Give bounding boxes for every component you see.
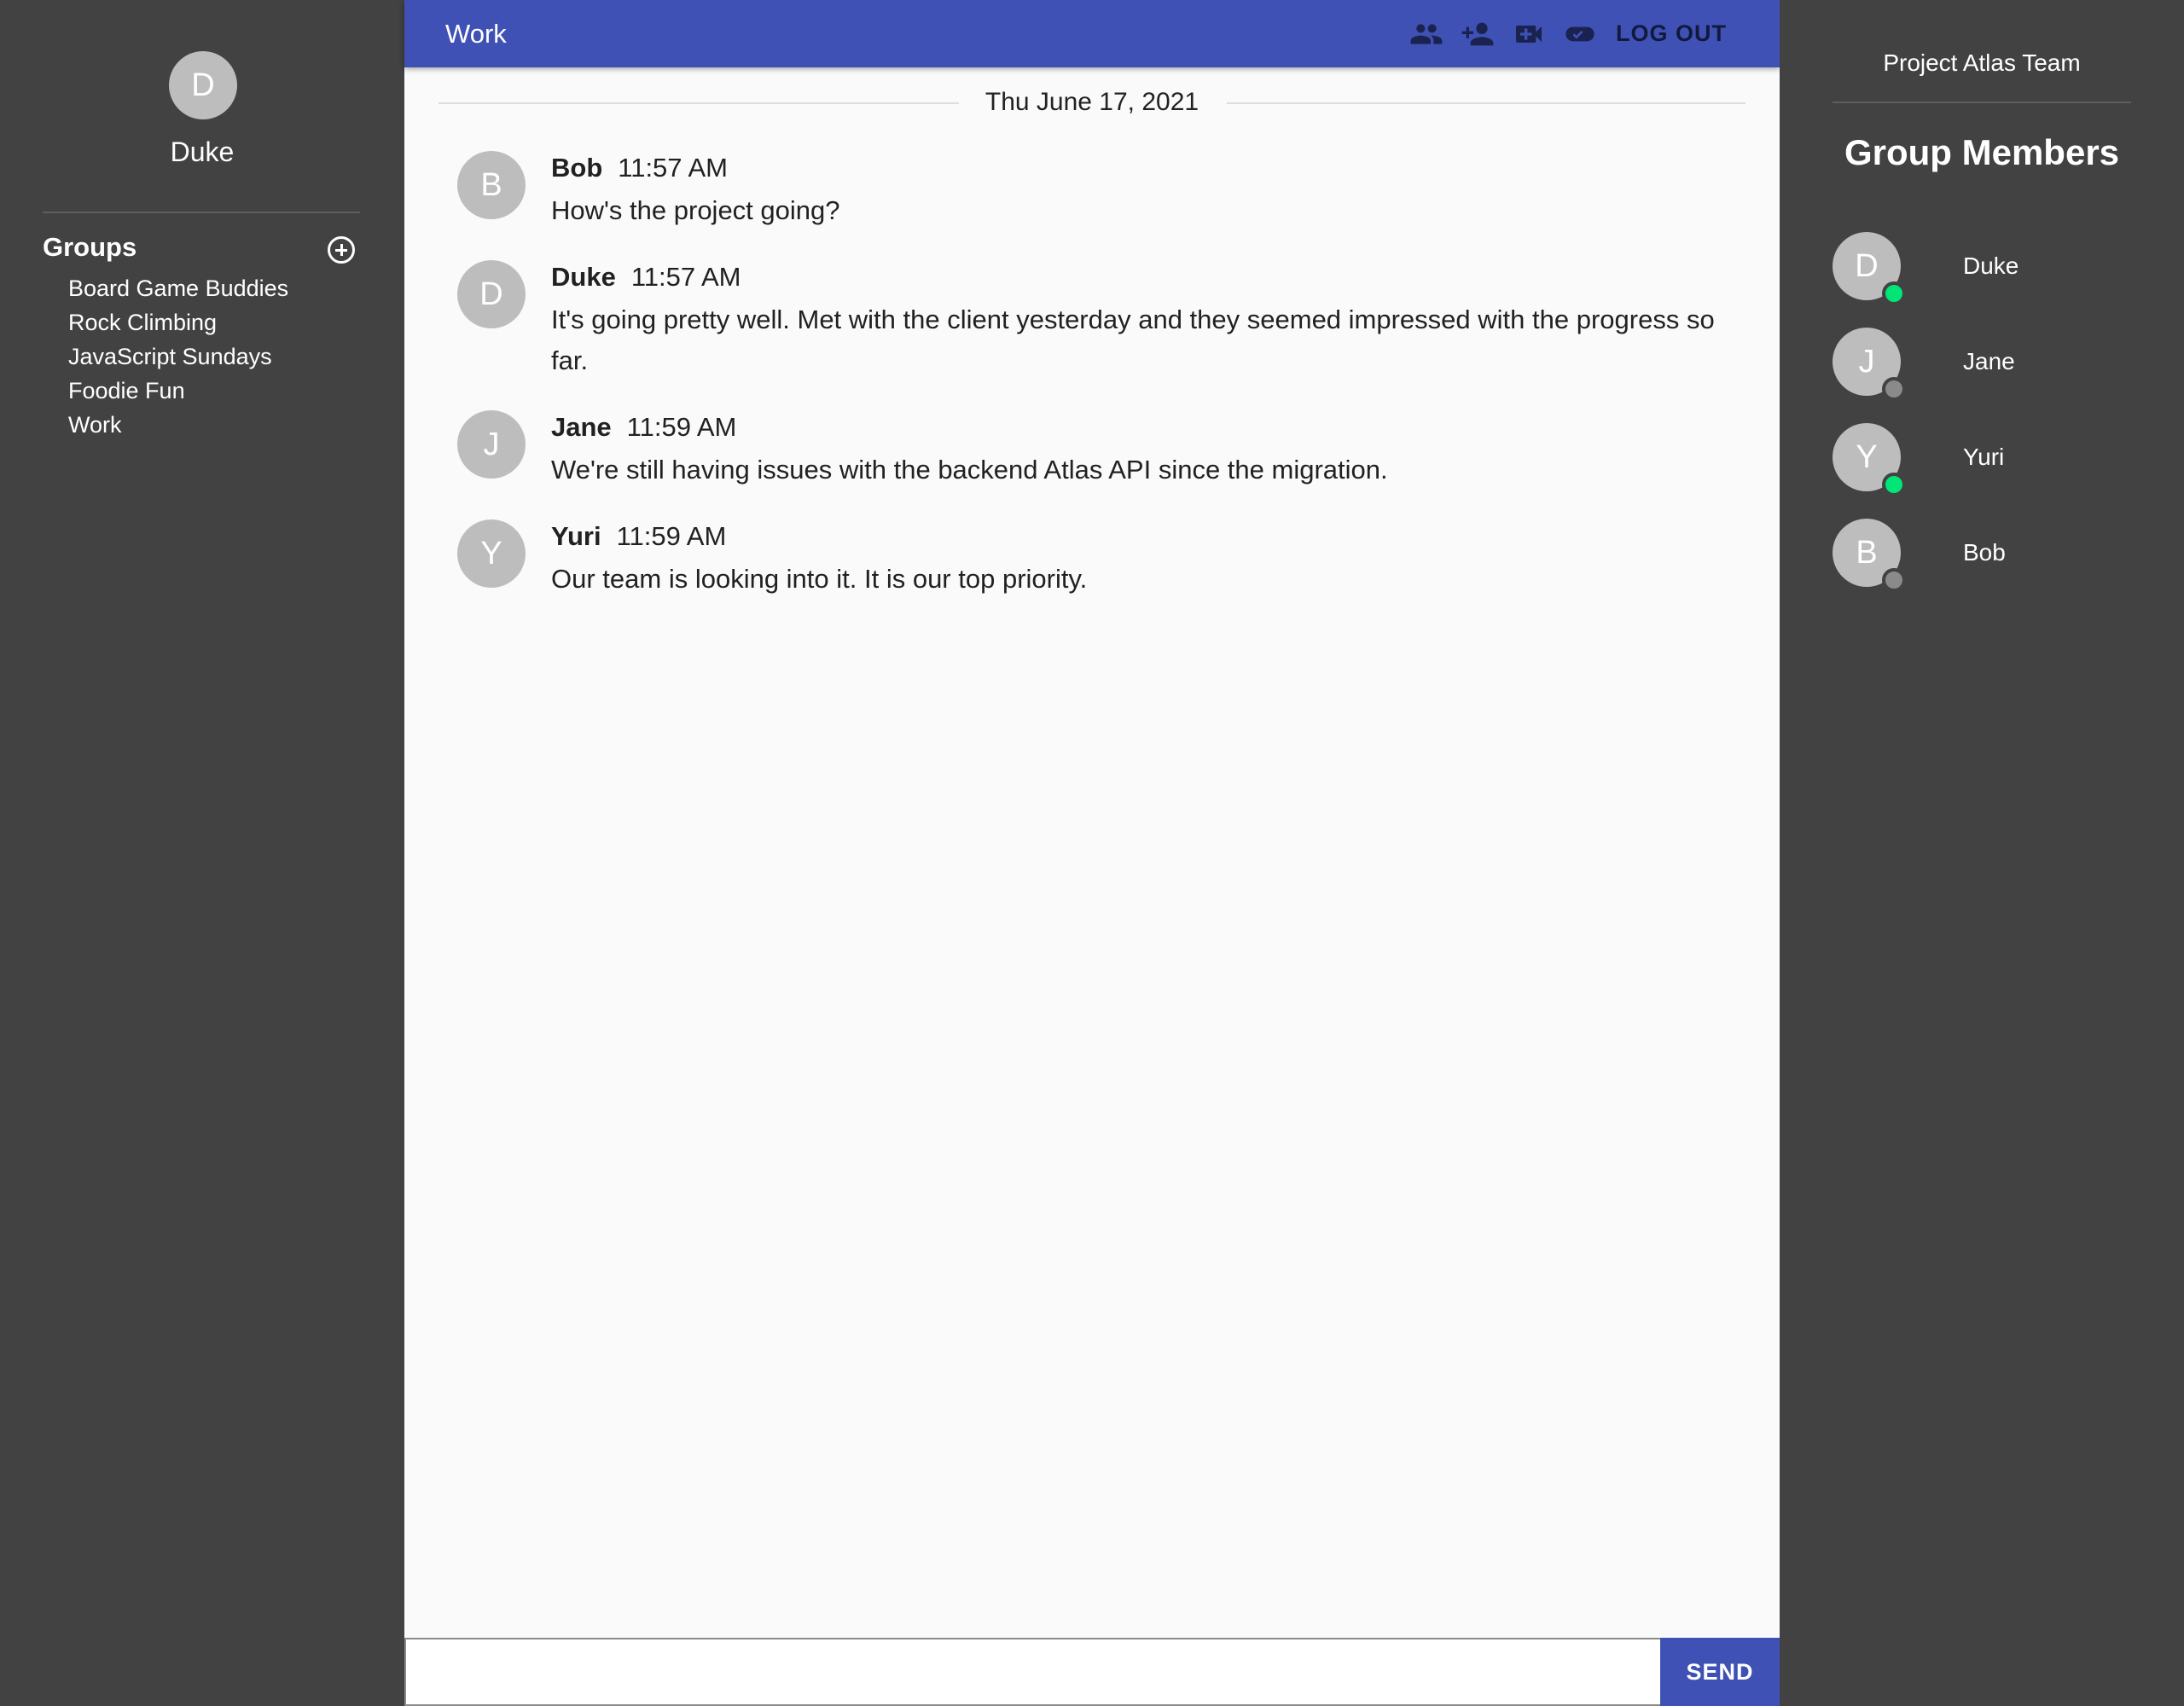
member-name: Jane	[1963, 348, 2015, 374]
add-person-icon[interactable]	[1459, 17, 1496, 51]
group-item-board-game-buddies[interactable]: Board Game Buddies	[68, 271, 288, 305]
message-time: 11:59 AM	[616, 521, 727, 551]
toggle-icon[interactable]	[1561, 17, 1599, 51]
member-item[interactable]: Y Yuri	[1833, 423, 2131, 496]
chat-header: Work LOG OUT	[404, 0, 1780, 67]
chat-app: D Duke Groups Board Game Buddies Rock Cl…	[0, 0, 2184, 1706]
logout-button[interactable]: LOG OUT	[1616, 0, 1727, 67]
message-author: Yuri	[551, 521, 601, 551]
message-input[interactable]	[404, 1638, 1660, 1706]
message-item: D Duke 11:57 AM It's going pretty well. M…	[457, 260, 1754, 380]
video-call-icon[interactable]	[1510, 17, 1548, 51]
groups-heading: Groups	[43, 232, 137, 262]
user-name: Duke	[170, 136, 235, 167]
group-item-work[interactable]: Work	[68, 408, 288, 442]
message-text: Our team is looking into it. It is our t…	[551, 564, 1088, 594]
send-button[interactable]: SEND	[1660, 1638, 1780, 1706]
user-avatar[interactable]: D	[169, 51, 237, 119]
member-name: Bob	[1963, 539, 2006, 566]
group-item-foodie-fun[interactable]: Foodie Fun	[68, 374, 288, 408]
avatar[interactable]: J	[457, 410, 526, 479]
offline-status-icon	[1882, 377, 1906, 401]
right-sidebar: Project Atlas Team Group Members D Duke …	[1780, 0, 2184, 1706]
member-name: Duke	[1963, 252, 2019, 279]
message-author: Duke	[551, 262, 616, 292]
member-item[interactable]: D Duke	[1833, 232, 2131, 305]
message-item: B Bob 11:57 AM How's the project going?	[457, 151, 1754, 225]
message-time: 11:59 AM	[626, 412, 737, 442]
message-time: 11:57 AM	[618, 153, 728, 183]
add-group-icon[interactable]	[328, 236, 355, 264]
avatar[interactable]: D	[457, 260, 526, 328]
member-name: Yuri	[1963, 444, 2005, 470]
member-item[interactable]: B Bob	[1833, 519, 2131, 592]
message-text: We're still having issues with the backe…	[551, 455, 1388, 485]
message-author: Bob	[551, 153, 603, 183]
divider	[43, 212, 360, 213]
left-sidebar: D Duke Groups Board Game Buddies Rock Cl…	[0, 0, 404, 1706]
avatar[interactable]: Y	[457, 519, 526, 588]
group-members-heading: Group Members	[1844, 132, 2120, 172]
member-item[interactable]: J Jane	[1833, 328, 2131, 401]
date-separator: Thu June 17, 2021	[439, 85, 1745, 119]
message-item: J Jane 11:59 AM We're still having issues…	[457, 410, 1754, 485]
group-item-rock-climbing[interactable]: Rock Climbing	[68, 305, 288, 339]
message-text: It's going pretty well. Met with the cli…	[551, 305, 1715, 375]
group-item-javascript-sundays[interactable]: JavaScript Sundays	[68, 339, 288, 374]
group-icon[interactable]	[1408, 17, 1445, 51]
offline-status-icon	[1882, 568, 1906, 592]
avatar[interactable]: B	[457, 151, 526, 219]
group-list: Board Game Buddies Rock Climbing JavaScr…	[68, 271, 288, 442]
online-status-icon	[1882, 473, 1906, 496]
chat-title: Work	[445, 19, 507, 49]
online-status-icon	[1882, 281, 1906, 305]
date-label: Thu June 17, 2021	[964, 88, 1220, 116]
team-name: Project Atlas Team	[1883, 49, 2081, 76]
message-author: Jane	[551, 412, 612, 442]
message-time: 11:57 AM	[630, 262, 741, 292]
chat-panel: Work LOG OUT Thu June 17, 2021 B Bob 11:5…	[404, 0, 1780, 1706]
message-text: How's the project going?	[551, 195, 840, 225]
message-item: Y Yuri 11:59 AM Our team is looking into …	[457, 519, 1754, 594]
divider	[1833, 102, 2131, 103]
